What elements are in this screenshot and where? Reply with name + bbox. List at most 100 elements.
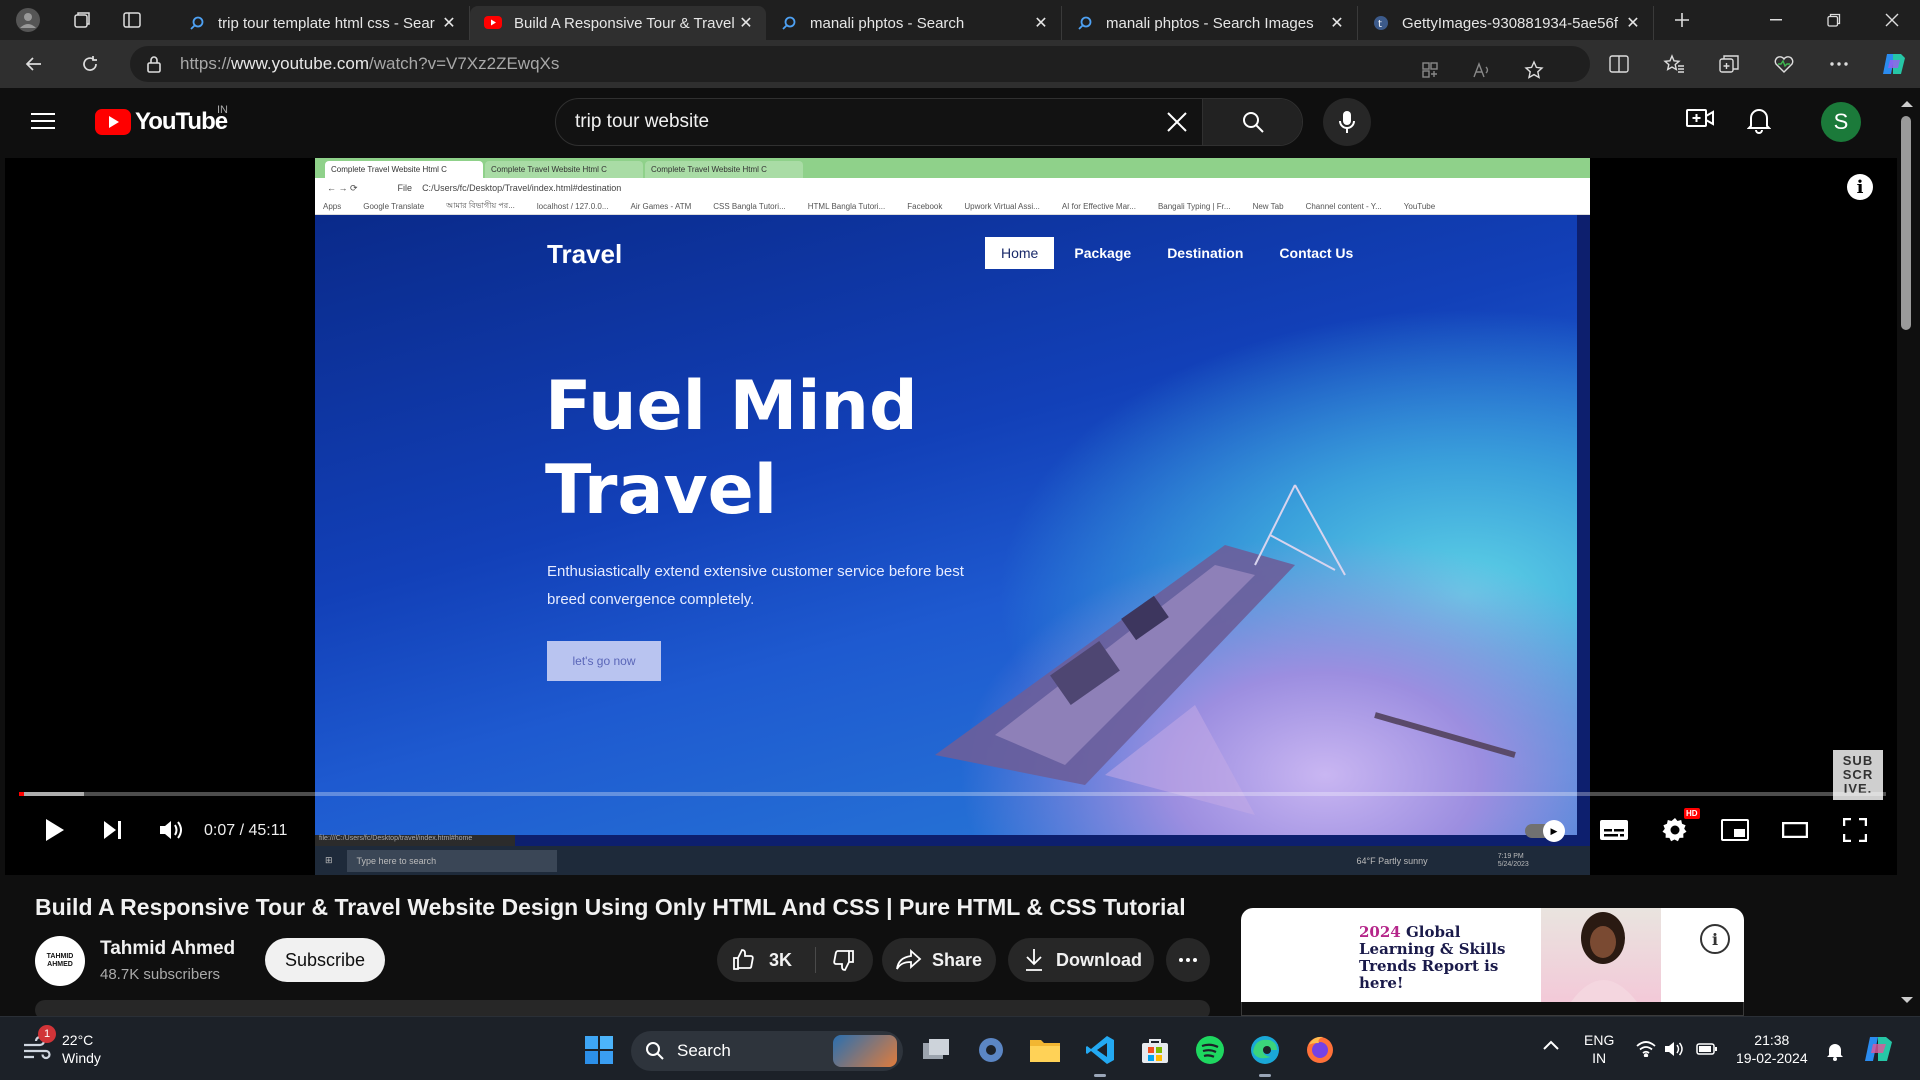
browser-tab[interactable]: manali phptos - Search ✕	[766, 6, 1062, 40]
search-icon	[1076, 14, 1094, 32]
autoplay-toggle[interactable]: ▶	[1525, 820, 1565, 842]
voice-search-button[interactable]	[1323, 98, 1371, 146]
weather-widget[interactable]: 1 22°C Windy	[22, 1025, 101, 1067]
microsoft-store-icon[interactable]	[1134, 1029, 1176, 1071]
close-tab-icon[interactable]: ✕	[1327, 13, 1347, 33]
ad-image	[1541, 908, 1661, 1002]
subscribe-button[interactable]: Subscribe	[265, 938, 386, 982]
account-avatar[interactable]: S	[1821, 102, 1861, 142]
address-bar[interactable]: https://www.youtube.com/watch?v=V7Xz2ZEw…	[130, 46, 1590, 82]
new-tab-icon[interactable]	[1662, 0, 1702, 40]
channel-avatar[interactable]: TAHMID AHMED	[35, 936, 85, 986]
progress-bar[interactable]	[19, 792, 1886, 796]
task-view-icon[interactable]	[915, 1029, 957, 1071]
close-tab-icon[interactable]: ✕	[1031, 13, 1051, 33]
clear-search-icon[interactable]	[1152, 111, 1202, 133]
youtube-icon	[484, 14, 502, 32]
edge-browser-icon[interactable]	[1244, 1029, 1286, 1077]
close-window-icon[interactable]	[1863, 0, 1920, 40]
close-tab-icon[interactable]: ✕	[1623, 13, 1643, 33]
search-box[interactable]: trip tour website	[555, 98, 1303, 146]
fullscreen-button[interactable]	[1835, 810, 1875, 850]
browser-tab[interactable]: t GettyImages-930881934-5ae56f ✕	[1358, 6, 1654, 40]
recorded-tab: Complete Travel Website Html C	[325, 161, 483, 178]
play-icon	[46, 819, 64, 841]
youtube-logo[interactable]: YouTube IN	[95, 104, 228, 136]
file-explorer-icon[interactable]	[1024, 1029, 1066, 1071]
tab-title: manali phptos - Search	[810, 14, 965, 32]
image-icon: t	[1372, 14, 1390, 32]
logo-text: YouTube	[135, 108, 228, 135]
theater-mode-button[interactable]	[1775, 810, 1815, 850]
close-tab-icon[interactable]: ✕	[736, 13, 756, 33]
browser-essentials-icon[interactable]	[1762, 44, 1806, 84]
description-box[interactable]	[35, 1000, 1210, 1016]
search-button[interactable]	[1202, 99, 1302, 145]
sidebar-ad[interactable]: 2024 Global Learning & Skills Trends Rep…	[1241, 908, 1744, 1002]
collections-icon[interactable]	[1707, 44, 1751, 84]
more-menu-icon[interactable]	[1817, 44, 1861, 84]
refresh-icon[interactable]	[68, 44, 112, 84]
video-frame[interactable]: Complete Travel Website Html C Complete …	[315, 158, 1590, 875]
download-button[interactable]: Download	[1008, 938, 1154, 982]
scrollbar-thumb[interactable]	[1901, 116, 1911, 330]
recorded-bookmark: YouTube	[1403, 201, 1436, 211]
scroll-down-icon[interactable]	[1899, 996, 1915, 1006]
tab-actions-icon[interactable]	[112, 0, 152, 40]
dislike-button[interactable]	[816, 948, 872, 972]
like-button[interactable]: 3K	[717, 948, 815, 972]
create-video-icon[interactable]	[1686, 106, 1714, 130]
channel-name[interactable]: Tahmid Ahmed	[100, 938, 235, 960]
back-icon[interactable]	[12, 44, 56, 84]
read-aloud-icon[interactable]	[1460, 50, 1504, 90]
recorded-bookmark: localhost / 127.0.0...	[536, 201, 609, 211]
video-info-icon[interactable]: i	[1847, 174, 1873, 200]
channel-row: TAHMID AHMED Tahmid Ahmed 48.7K subscrib…	[35, 936, 1235, 996]
search-input[interactable]: trip tour website	[556, 111, 1152, 133]
restore-icon[interactable]	[1805, 0, 1863, 40]
close-tab-icon[interactable]: ✕	[439, 13, 459, 33]
volume-button[interactable]	[151, 810, 191, 850]
copilot-taskbar-icon[interactable]	[1864, 1035, 1894, 1063]
youtube-page: YouTube IN trip tour website S Complete …	[5, 88, 1903, 1016]
page-scrollbar[interactable]	[1897, 88, 1917, 1016]
settings-app-icon[interactable]	[970, 1029, 1012, 1071]
video-player[interactable]: Complete Travel Website Html C Complete …	[5, 158, 1900, 875]
thumbs-up-icon	[733, 949, 754, 970]
lock-icon[interactable]	[146, 55, 166, 73]
volume-tray-icon[interactable]	[1664, 1041, 1684, 1057]
more-actions-button[interactable]	[1166, 938, 1210, 982]
start-button[interactable]	[578, 1029, 620, 1071]
play-button[interactable]	[35, 810, 75, 850]
scroll-up-icon[interactable]	[1899, 98, 1915, 108]
menu-icon[interactable]	[31, 111, 55, 131]
miniplayer-button[interactable]	[1715, 810, 1755, 850]
browser-tab[interactable]: trip tour template html css - Sear ✕	[174, 6, 470, 40]
favorites-icon[interactable]	[1652, 44, 1696, 84]
url-host: www.youtube.com	[231, 54, 369, 73]
app-available-icon[interactable]	[1408, 50, 1452, 90]
subtitles-button[interactable]	[1594, 810, 1634, 850]
browser-tab-active[interactable]: Build A Responsive Tour & Travel ✕	[470, 6, 766, 40]
clock[interactable]: 21:38 19-02-2024	[1736, 1031, 1808, 1067]
spotify-icon[interactable]	[1189, 1029, 1231, 1071]
workspaces-icon[interactable]	[62, 0, 102, 40]
share-button[interactable]: Share	[882, 938, 996, 982]
split-screen-icon[interactable]	[1597, 44, 1641, 84]
minimize-icon[interactable]	[1747, 0, 1805, 40]
notification-bell-icon[interactable]	[1826, 1041, 1844, 1061]
notifications-bell-icon[interactable]	[1747, 106, 1771, 134]
profile-icon[interactable]	[8, 0, 48, 40]
language-indicator[interactable]: ENG IN	[1584, 1031, 1614, 1067]
taskbar-search[interactable]: Search	[631, 1031, 903, 1071]
firefox-icon[interactable]	[1299, 1029, 1341, 1071]
next-button[interactable]	[93, 810, 133, 850]
favorite-star-icon[interactable]	[1512, 50, 1556, 90]
ad-info-icon[interactable]: i	[1700, 924, 1730, 954]
wifi-icon[interactable]	[1636, 1041, 1656, 1057]
vscode-icon[interactable]	[1079, 1029, 1121, 1077]
battery-icon[interactable]	[1696, 1043, 1718, 1055]
show-hidden-icons[interactable]	[1542, 1039, 1560, 1051]
browser-tab[interactable]: manali phptos - Search Images ✕	[1062, 6, 1358, 40]
copilot-icon[interactable]	[1872, 44, 1916, 84]
